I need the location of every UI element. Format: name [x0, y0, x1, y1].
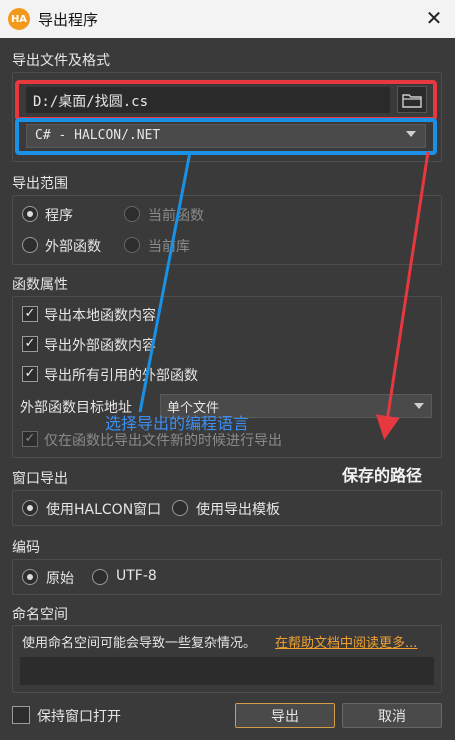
- export-external-functions-checkbox[interactable]: ✓: [22, 336, 38, 352]
- export-external-functions-label: 导出外部函数内容: [44, 338, 156, 354]
- keep-open-checkbox[interactable]: [12, 706, 30, 724]
- encoding-original-label: 原始: [46, 571, 74, 587]
- encoding-group: [12, 559, 442, 595]
- use-export-template-label: 使用导出模板: [196, 502, 280, 518]
- scope-program-label: 程序: [45, 208, 73, 224]
- encoding-utf8-label: UTF-8: [116, 568, 157, 584]
- path-highlight-box: [15, 80, 437, 121]
- use-halcon-window-radio[interactable]: [22, 500, 38, 516]
- export-referenced-functions-checkbox[interactable]: ✓: [22, 366, 38, 382]
- window-export-title: 窗口导出: [12, 471, 68, 487]
- export-local-functions-label: 导出本地函数内容: [44, 308, 156, 324]
- export-button[interactable]: 导出: [235, 703, 335, 728]
- halcon-logo-icon: HA: [8, 8, 30, 30]
- title-bar: HA 导出程序 ✕: [0, 0, 455, 38]
- namespace-input[interactable]: [20, 657, 434, 685]
- scope-external-function-radio[interactable]: [22, 237, 38, 253]
- func-props-title: 函数属性: [12, 277, 68, 293]
- scope-current-library-radio: [124, 237, 140, 253]
- chevron-down-icon: [414, 403, 424, 409]
- newer-only-checkbox: ✓: [22, 431, 38, 447]
- encoding-original-radio[interactable]: [22, 569, 38, 585]
- language-annotation-text: 选择导出的编程语言: [105, 414, 250, 433]
- namespace-help-link[interactable]: 在帮助文档中阅读更多...: [275, 632, 417, 651]
- scope-program-radio[interactable]: [22, 206, 38, 222]
- scope-current-function-radio: [124, 206, 140, 222]
- path-annotation-text: 保存的路径: [342, 466, 423, 485]
- namespace-info-text: 使用命名空间可能会导致一些复杂情况。: [22, 636, 257, 651]
- keep-open-label: 保持窗口打开: [37, 709, 121, 725]
- encoding-title: 编码: [12, 540, 40, 556]
- window-title: 导出程序: [38, 11, 99, 29]
- file-format-title: 导出文件及格式: [12, 53, 110, 69]
- scope-external-function-label: 外部函数: [45, 239, 101, 255]
- namespace-title: 命名空间: [12, 607, 68, 623]
- close-icon[interactable]: ✕: [424, 6, 444, 30]
- use-export-template-radio[interactable]: [172, 500, 188, 516]
- export-referenced-functions-label: 导出所有引用的外部函数: [44, 368, 198, 384]
- encoding-utf8-radio[interactable]: [92, 569, 108, 585]
- cancel-button[interactable]: 取消: [342, 703, 442, 728]
- export-scope-title: 导出范围: [12, 176, 68, 192]
- use-halcon-window-label: 使用HALCON窗口: [46, 502, 162, 518]
- export-local-functions-checkbox[interactable]: ✓: [22, 306, 38, 322]
- format-highlight-box: [15, 118, 437, 155]
- scope-current-function-label: 当前函数: [148, 208, 204, 224]
- scope-current-library-label: 当前库: [148, 239, 190, 255]
